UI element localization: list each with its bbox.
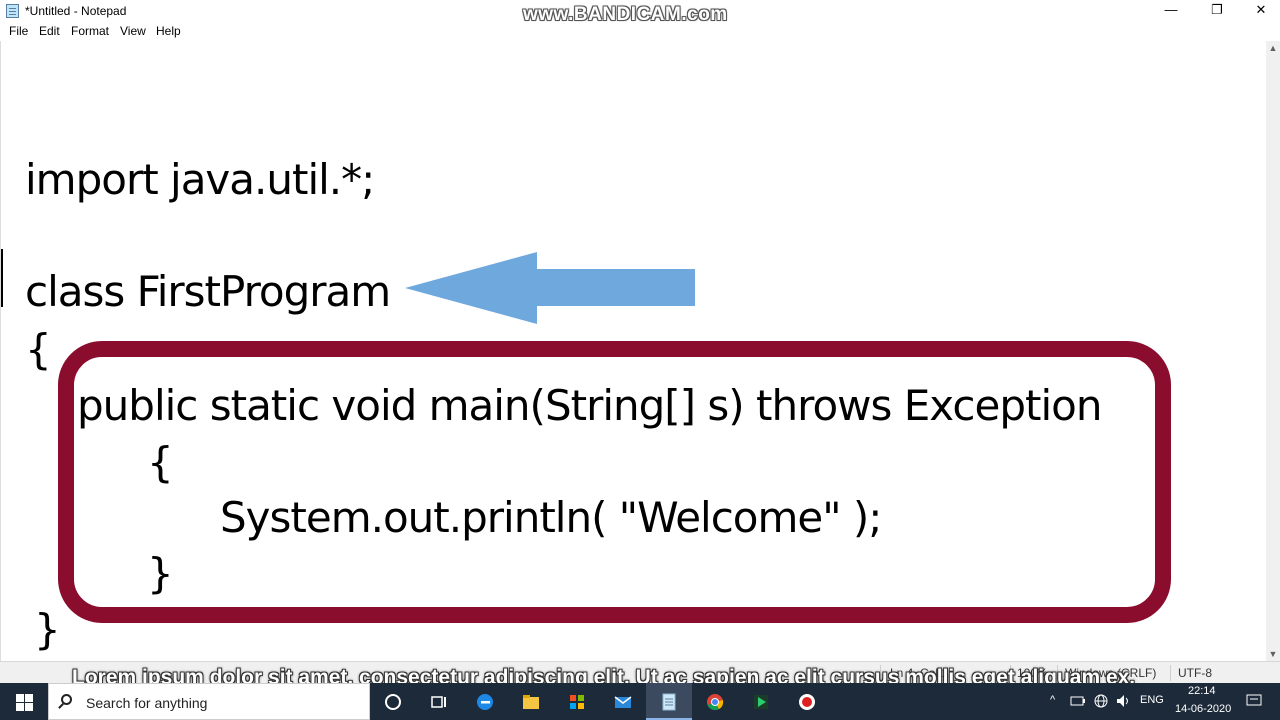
vertical-scrollbar[interactable]: ▲ ▼: [1266, 41, 1280, 661]
clock-time[interactable]: 22:14: [1188, 685, 1216, 697]
notepad-taskbar-button[interactable]: [646, 683, 692, 720]
title-bar: *Untitled - Notepad www.BANDICAM.com — ❐…: [0, 0, 1280, 25]
code-line-close-brace: }: [34, 605, 61, 654]
windows-logo-icon: [25, 703, 33, 711]
menu-view[interactable]: View: [120, 24, 146, 38]
scroll-down-icon[interactable]: ▼: [1266, 649, 1280, 659]
search-icon: [61, 694, 72, 705]
encoding: UTF-8: [1178, 666, 1212, 680]
menu-bar: File Edit Format View Help: [0, 22, 1280, 41]
file-explorer-button[interactable]: [508, 683, 554, 720]
record-button[interactable]: [784, 683, 830, 720]
text-caret: [1, 249, 3, 307]
search-placeholder: Search for anything: [86, 695, 208, 711]
menu-help[interactable]: Help: [156, 24, 181, 38]
status-divider: [1170, 665, 1171, 681]
task-view-icon: [431, 696, 446, 708]
taskbar-search[interactable]: Search for anything: [48, 683, 370, 720]
chrome-button[interactable]: [692, 683, 738, 720]
record-icon: [799, 694, 815, 710]
notepad-icon: [6, 4, 19, 18]
edge-icon: [477, 694, 493, 710]
windows-logo-icon: [16, 694, 24, 702]
taskbar: Search for anything ^ ENG 22:14 14-06-20…: [0, 683, 1280, 720]
edge-button[interactable]: [462, 683, 508, 720]
language-indicator[interactable]: ENG: [1140, 694, 1164, 706]
arrow-shape: [405, 252, 695, 324]
battery-icon[interactable]: [1070, 694, 1086, 708]
menu-format[interactable]: Format: [71, 24, 109, 38]
task-view-button[interactable]: [416, 683, 462, 720]
windows-logo-icon: [25, 694, 33, 702]
scroll-up-icon[interactable]: ▲: [1266, 43, 1280, 53]
volume-icon[interactable]: [1115, 693, 1133, 709]
left-arrow-annotation: [405, 252, 695, 324]
code-line-class: class FirstProgram: [25, 267, 391, 316]
menu-file[interactable]: File: [9, 24, 28, 38]
maximize-button[interactable]: ❐: [1194, 0, 1240, 22]
notifications-icon[interactable]: [1246, 694, 1262, 708]
network-globe-icon[interactable]: [1093, 693, 1109, 709]
cortana-button[interactable]: [370, 683, 416, 720]
play-app-icon: [754, 695, 768, 709]
windows-logo-icon: [16, 703, 24, 711]
store-button[interactable]: [554, 683, 600, 720]
chrome-icon: [707, 694, 724, 711]
highlight-box-annotation: [58, 341, 1171, 623]
menu-edit[interactable]: Edit: [39, 24, 60, 38]
store-icon: [570, 695, 584, 709]
mail-button[interactable]: [600, 683, 646, 720]
code-line-import: import java.util.*;: [25, 155, 375, 204]
code-line-open-brace: {: [25, 325, 52, 374]
mail-icon: [614, 696, 632, 708]
minimize-button[interactable]: —: [1148, 0, 1194, 22]
folder-icon: [523, 695, 539, 709]
tray-chevron-icon[interactable]: ^: [1050, 694, 1055, 706]
close-button[interactable]: ✕: [1238, 0, 1280, 22]
notepad-icon: [662, 693, 676, 711]
clock-date[interactable]: 14-06-2020: [1175, 703, 1231, 715]
start-button[interactable]: [0, 683, 48, 720]
cortana-icon: [385, 694, 401, 710]
window-title: *Untitled - Notepad: [25, 4, 127, 18]
green-app-button[interactable]: [738, 683, 784, 720]
